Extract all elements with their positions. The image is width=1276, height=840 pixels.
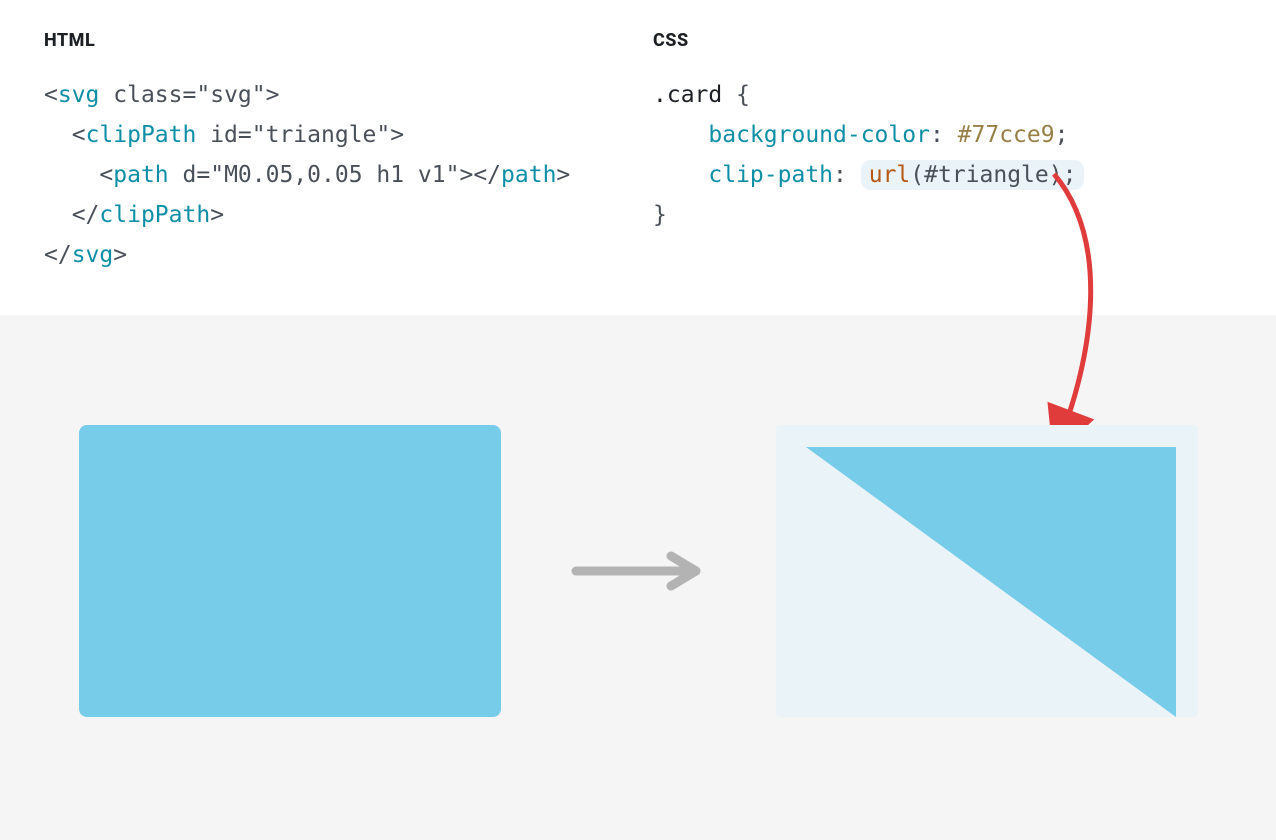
code-token: > [459, 162, 473, 188]
code-section: HTML <svg class="svg"> <clipPath id="tri… [0, 0, 1276, 315]
code-token [44, 122, 72, 148]
code-token: } [653, 202, 667, 228]
code-token: ) [1049, 162, 1063, 188]
code-token [196, 122, 210, 148]
code-token [653, 162, 708, 188]
css-label: CSS [653, 30, 1232, 51]
card-after-frame [776, 425, 1198, 717]
code-token: > [266, 82, 280, 108]
code-token: "triangle" [252, 122, 390, 148]
code-token: > [556, 162, 570, 188]
code-token: clipPath [99, 202, 210, 228]
code-token: < [99, 162, 113, 188]
code-token: id [210, 122, 238, 148]
code-token: "M0.05,0.05 h1 v1" [210, 162, 459, 188]
code-token [44, 202, 72, 228]
code-token [169, 162, 183, 188]
code-token: > [113, 242, 127, 268]
css-code-block: .card { background-color: #77cce9; clip-… [653, 75, 1232, 235]
code-token [44, 162, 99, 188]
code-token [99, 82, 113, 108]
html-column: HTML <svg class="svg"> <clipPath id="tri… [44, 30, 623, 275]
code-token: ; [1055, 122, 1069, 148]
code-token: < [44, 82, 58, 108]
code-token: < [72, 122, 86, 148]
code-token: > [390, 122, 404, 148]
code-token: > [210, 202, 224, 228]
code-token: = [196, 162, 210, 188]
code-token: clip-path [708, 162, 833, 188]
code-token: = [238, 122, 252, 148]
code-token: path [113, 162, 168, 188]
code-token: clipPath [86, 122, 197, 148]
code-token: ( [910, 162, 924, 188]
card-before [79, 425, 501, 717]
code-token: class [113, 82, 182, 108]
code-token: path [501, 162, 556, 188]
css-column: CSS .card { background-color: #77cce9; c… [623, 30, 1232, 275]
code-token: </ [44, 242, 72, 268]
code-token: svg [58, 82, 100, 108]
highlighted-css-value: url(#triangle); [861, 160, 1085, 190]
code-token: : [833, 162, 861, 188]
code-token: { [722, 82, 750, 108]
code-token: = [183, 82, 197, 108]
code-token [653, 122, 708, 148]
code-token: #triangle [924, 162, 1049, 188]
code-token: ; [1063, 162, 1077, 188]
html-label: HTML [44, 30, 623, 51]
code-token: .card [653, 82, 722, 108]
code-token: #77cce9 [958, 122, 1055, 148]
code-token: d [183, 162, 197, 188]
code-token: "svg" [196, 82, 265, 108]
arrow-right-icon [571, 551, 706, 591]
code-token: svg [72, 242, 114, 268]
visual-row [0, 425, 1276, 717]
visual-section [0, 315, 1276, 840]
code-token: url [869, 162, 911, 188]
html-code-block: <svg class="svg"> <clipPath id="triangle… [44, 75, 623, 275]
page-container: HTML <svg class="svg"> <clipPath id="tri… [0, 0, 1276, 840]
card-after-triangle [806, 447, 1176, 717]
code-token: : [930, 122, 958, 148]
code-token: </ [72, 202, 100, 228]
code-token: background-color [708, 122, 930, 148]
code-token: </ [473, 162, 501, 188]
